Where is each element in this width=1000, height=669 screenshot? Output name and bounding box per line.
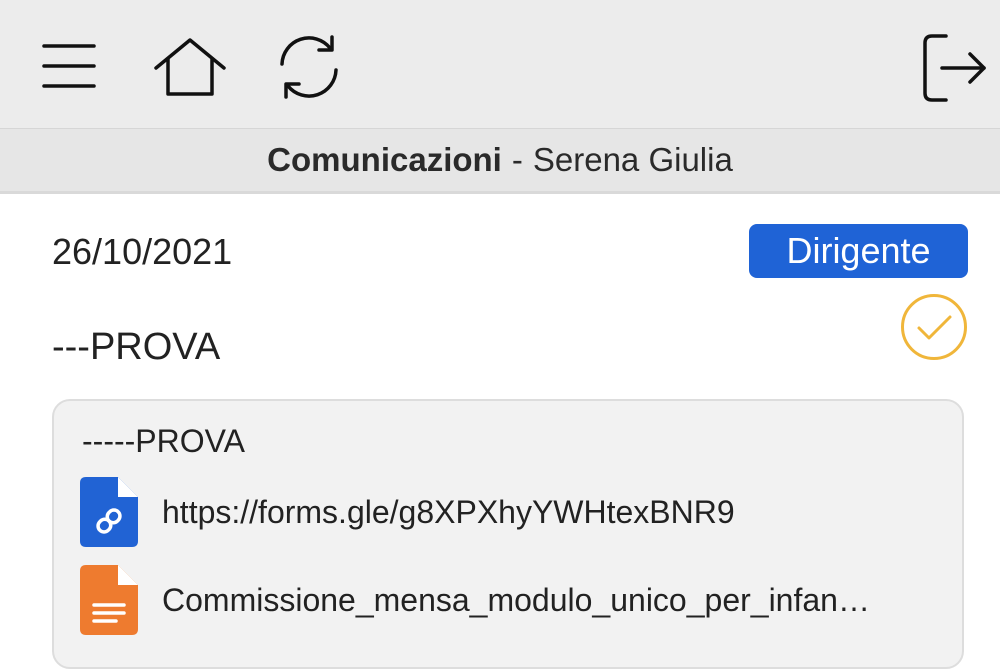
hamburger-menu-icon[interactable] xyxy=(40,40,98,92)
attachment-link-label[interactable]: https://forms.gle/g8XPXhyYWHtexBNR9 xyxy=(162,494,735,531)
message-body: -----PROVA xyxy=(82,423,245,459)
attachment-link[interactable]: https://forms.gle/g8XPXhyYWHtexBNR9 xyxy=(80,477,735,547)
page-title: Comunicazioni - Serena Giulia xyxy=(0,129,1000,194)
message-body-card: -----PROVA https://forms.gle/g8XPXhyYWHt… xyxy=(52,399,964,669)
author-badge: Dirigente xyxy=(749,224,968,278)
home-icon[interactable] xyxy=(150,36,230,98)
attachment-document-label[interactable]: Commissione_mensa_modulo_unico_per_infan… xyxy=(162,582,870,619)
message-item[interactable]: 26/10/2021 Dirigente ---PROVA -----PROVA… xyxy=(0,194,1000,669)
check-circle-icon[interactable] xyxy=(900,293,968,361)
refresh-icon[interactable] xyxy=(274,34,344,100)
document-file-icon xyxy=(80,565,138,635)
section-title: Comunicazioni xyxy=(267,141,502,178)
student-name: Serena Giulia xyxy=(532,141,733,178)
message-subject: ---PROVA xyxy=(52,326,221,368)
message-date: 26/10/2021 xyxy=(52,231,233,272)
title-separator: - xyxy=(511,141,523,178)
link-file-icon xyxy=(80,477,138,547)
top-toolbar xyxy=(0,0,1000,129)
logout-icon[interactable] xyxy=(920,32,990,104)
attachment-document[interactable]: Commissione_mensa_modulo_unico_per_infan… xyxy=(80,565,870,635)
